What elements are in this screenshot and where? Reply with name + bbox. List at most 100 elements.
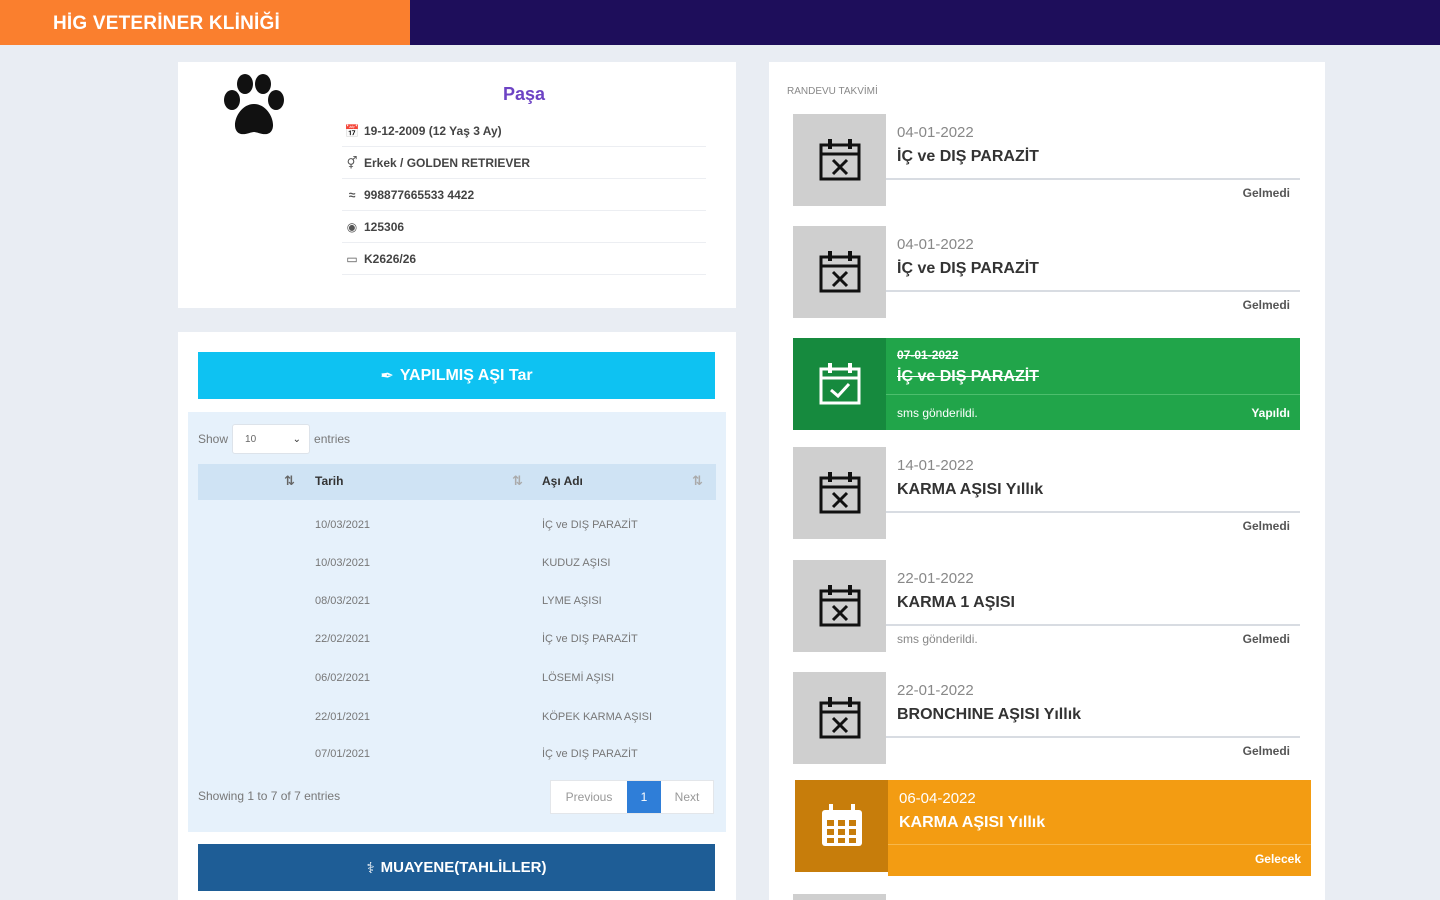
- stethoscope-icon: ⚕: [366, 859, 375, 877]
- table-row[interactable]: 22/01/2021 KÖPEK KARMA AŞISI: [198, 699, 716, 737]
- chevron-down-icon: ⌄: [292, 433, 302, 445]
- row-date: 06/02/2021: [315, 672, 371, 684]
- clinic-brand[interactable]: HİG VETERİNER KLİNİĞİ: [0, 0, 410, 45]
- pet-name: Paşa: [502, 84, 546, 104]
- appointment-item[interactable]: 04-01-2022 İÇ ve DIŞ PARAZİT Gelmedi: [793, 114, 1300, 210]
- vaccine-table: Show 10 ⌄ entries ⇅ Tarih ⇅ Aşı Adı ⇅ 10…: [188, 412, 726, 832]
- add-vaccine-button[interactable]: ✒ YAPILMIŞ AŞI Tar: [198, 352, 715, 399]
- entries-control: Show 10 ⌄ entries: [198, 424, 350, 454]
- calendar-grid-icon: [795, 780, 888, 872]
- appointment-title: BRONCHINE AŞISI Yıllık: [897, 706, 1082, 723]
- appointment-title: KARMA AŞISI Yıllık: [899, 814, 1046, 831]
- next-page-button[interactable]: Next: [661, 781, 713, 813]
- status-badge: Gelmedi: [1242, 744, 1290, 758]
- appointment-item[interactable]: 06-04-2022 KARMA AŞISI Yıllık Gelecek: [795, 780, 1311, 876]
- divider: [886, 394, 1300, 395]
- exam-label: MUAYENE(TAHLİLLER): [380, 859, 547, 876]
- appointment-date: 06-04-2022: [899, 790, 976, 807]
- appointment-item-partial: [793, 894, 886, 900]
- sort-icon[interactable]: ⇅: [512, 473, 523, 489]
- calendar-check-icon: [793, 338, 886, 430]
- table-row[interactable]: 22/02/2021 İÇ ve DIŞ PARAZİT: [198, 621, 716, 659]
- card-row: ▭ K2626/26: [342, 243, 706, 275]
- row-vaccine: İÇ ve DIŞ PARAZİT: [542, 748, 638, 760]
- sort-icon[interactable]: ⇅: [692, 473, 703, 489]
- divider: [886, 511, 1300, 513]
- appointment-date: 07-01-2022: [897, 348, 959, 362]
- status-badge: Gelmedi: [1242, 632, 1290, 646]
- add-vaccine-label: YAPILMIŞ AŞI Tar: [399, 366, 533, 384]
- appointment-item[interactable]: 22-01-2022 KARMA 1 AŞISI sms gönderildi.…: [793, 560, 1300, 656]
- table-row[interactable]: 10/03/2021 KUDUZ AŞISI: [198, 545, 716, 583]
- pagination: Previous 1 Next: [550, 780, 714, 814]
- show-label: Show: [198, 432, 229, 446]
- table-info: Showing 1 to 7 of 7 entries: [198, 789, 341, 803]
- appointment-item[interactable]: 22-01-2022 BRONCHINE AŞISI Yıllık Gelmed…: [793, 672, 1300, 768]
- appointment-date: 14-01-2022: [897, 457, 974, 474]
- appointment-date: 04-01-2022: [897, 124, 974, 141]
- appointment-title: KARMA AŞISI Yıllık: [897, 481, 1044, 498]
- calendar-x-icon: [793, 114, 886, 206]
- tag-icon: ◉: [346, 219, 358, 234]
- row-vaccine: KUDUZ AŞISI: [542, 557, 611, 569]
- exam-button[interactable]: ⚕ MUAYENE(TAHLİLLER): [198, 844, 715, 891]
- calendar-x-icon: [793, 226, 886, 318]
- pet-id: 125306: [364, 219, 405, 234]
- appointment-item[interactable]: 14-01-2022 KARMA AŞISI Yıllık Gelmedi: [793, 447, 1300, 543]
- status-badge: Gelecek: [1254, 852, 1301, 866]
- birth-date: 19-12-2009 (12 Yaş 3 Ay): [364, 123, 502, 138]
- row-vaccine: KÖPEK KARMA AŞISI: [542, 711, 653, 723]
- id-row: ◉ 125306: [342, 211, 706, 243]
- calendar-icon: 📅: [344, 123, 360, 138]
- appointment-title: KARMA 1 AŞISI: [897, 594, 1015, 611]
- appointment-note: sms gönderildi.: [897, 632, 978, 646]
- status-badge: Yapıldı: [1251, 406, 1290, 420]
- status-badge: Gelmedi: [1242, 519, 1290, 533]
- row-vaccine: LYME AŞISI: [542, 595, 602, 607]
- divider: [886, 736, 1300, 738]
- sort-icon[interactable]: ⇅: [284, 473, 295, 489]
- row-vaccine: İÇ ve DIŞ PARAZİT: [542, 519, 638, 531]
- table-row[interactable]: 10/03/2021 İÇ ve DIŞ PARAZİT: [198, 507, 716, 545]
- previous-page-button[interactable]: Previous: [551, 781, 627, 813]
- pet-profile-card: Paşa 📅 19-12-2009 (12 Yaş 3 Ay) ⚥ Erkek …: [178, 62, 736, 308]
- card-number: K2626/26: [364, 251, 417, 266]
- column-date[interactable]: Tarih: [315, 474, 343, 488]
- table-header: ⇅ Tarih ⇅ Aşı Adı ⇅: [198, 464, 716, 500]
- appointment-date: 22-01-2022: [897, 682, 974, 699]
- table-row[interactable]: 07/01/2021 İÇ ve DIŞ PARAZİT: [198, 736, 716, 774]
- row-date: 10/03/2021: [315, 519, 371, 531]
- top-bar: HİG VETERİNER KLİNİĞİ: [0, 0, 1440, 45]
- chip-row: ≈ 998877665533 4422: [342, 179, 706, 211]
- card-icon: ▭: [346, 251, 358, 266]
- entries-select-value: 10: [245, 433, 257, 445]
- entries-label: entries: [314, 432, 351, 446]
- appointment-title: İÇ ve DIŞ PARAZİT: [897, 260, 1039, 277]
- row-date: 22/01/2021: [315, 711, 371, 723]
- entries-select[interactable]: 10 ⌄: [232, 424, 311, 454]
- table-row[interactable]: 08/03/2021 LYME AŞISI: [198, 583, 716, 621]
- appointment-item[interactable]: 07-01-2022 İÇ ve DIŞ PARAZİT sms gönderi…: [793, 338, 1300, 434]
- appointment-item[interactable]: 04-01-2022 İÇ ve DIŞ PARAZİT Gelmedi: [793, 226, 1300, 322]
- table-row[interactable]: 06/02/2021 LÖSEMİ AŞISI: [198, 660, 716, 698]
- calendar-title: RANDEVU TAKVİMİ: [787, 86, 878, 97]
- vaccine-history-panel: ✒ YAPILMIŞ AŞI Tar Show 10 ⌄ entries ⇅ T…: [178, 332, 736, 900]
- row-date: 08/03/2021: [315, 595, 371, 607]
- divider: [886, 178, 1300, 180]
- divider: [888, 844, 1311, 845]
- row-date: 10/03/2021: [315, 557, 371, 569]
- row-vaccine: İÇ ve DIŞ PARAZİT: [542, 633, 638, 645]
- appointment-calendar: RANDEVU TAKVİMİ 04-01-2022 İÇ ve DIŞ PAR…: [769, 62, 1325, 900]
- status-badge: Gelmedi: [1242, 298, 1290, 312]
- calendar-x-icon: [793, 560, 886, 652]
- page-1-button[interactable]: 1: [627, 781, 661, 813]
- chip-number: 998877665533 4422: [364, 187, 475, 202]
- divider: [886, 290, 1300, 292]
- syringe-icon: ✒: [380, 367, 394, 385]
- column-vaccine[interactable]: Aşı Adı: [542, 474, 583, 488]
- birth-row: 📅 19-12-2009 (12 Yaş 3 Ay): [342, 115, 706, 147]
- status-badge: Gelmedi: [1242, 186, 1290, 200]
- calendar-x-icon: [793, 672, 886, 764]
- appointment-title: İÇ ve DIŞ PARAZİT: [897, 148, 1039, 165]
- calendar-x-icon: [793, 447, 886, 539]
